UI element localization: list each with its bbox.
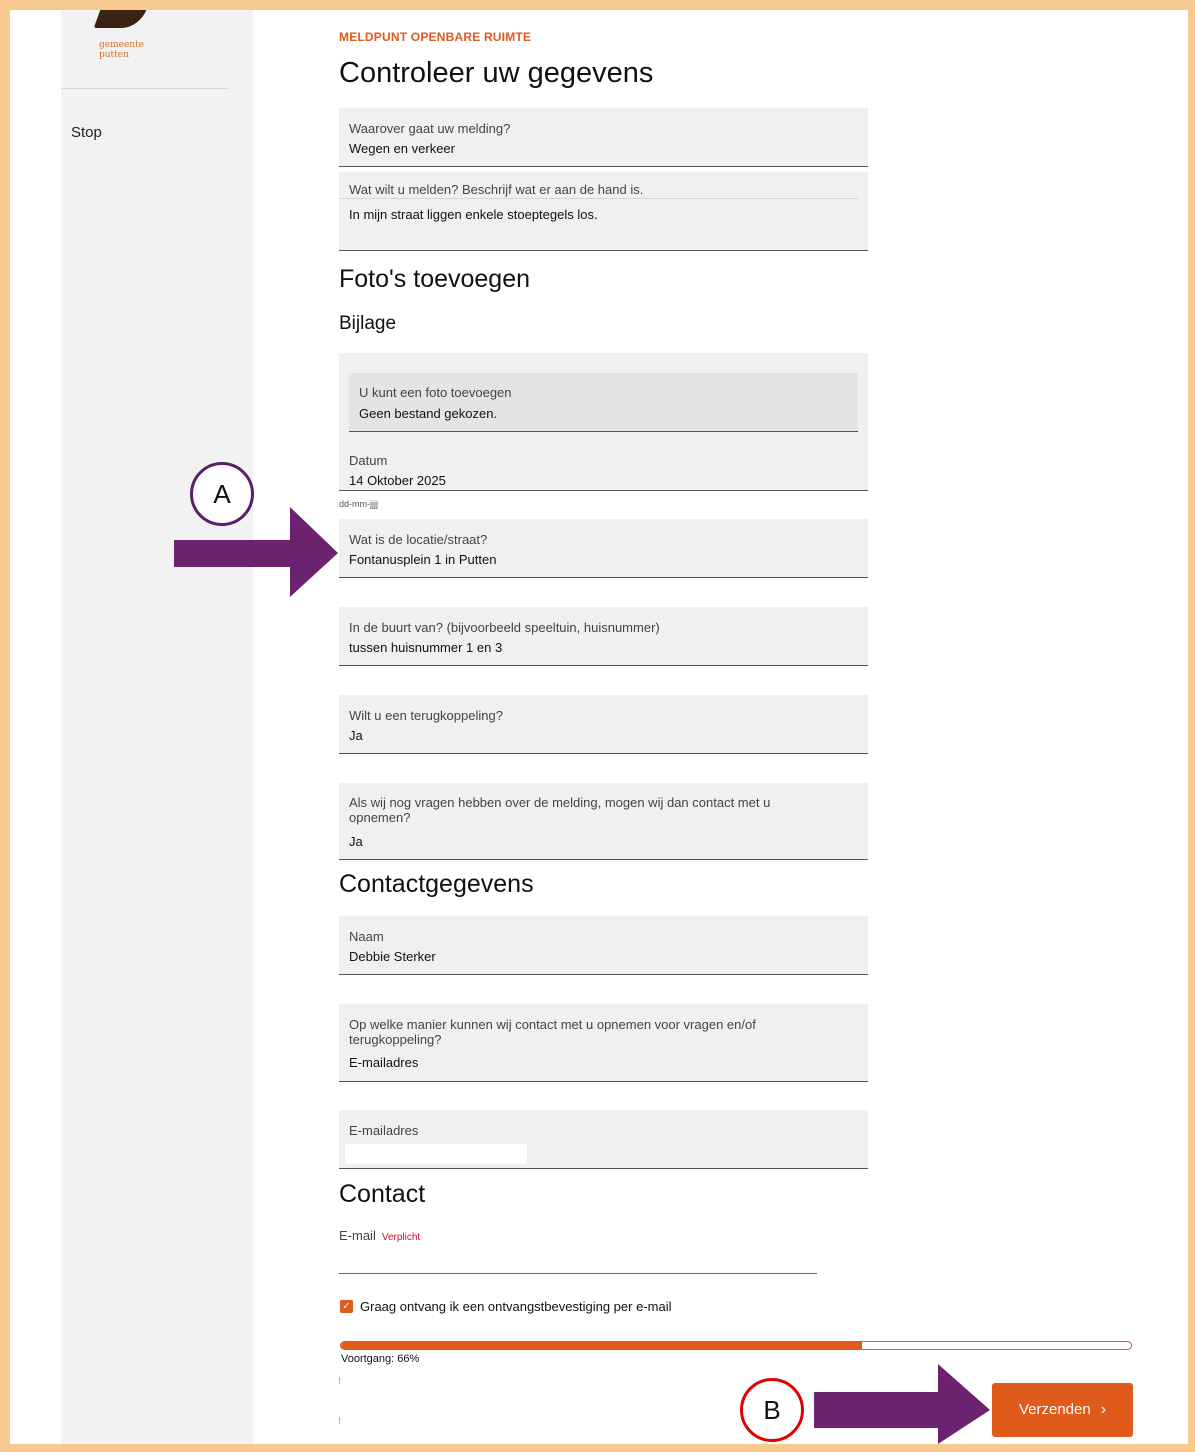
field-label: Naam <box>349 929 384 944</box>
submit-label: Verzenden <box>1018 1401 1091 1418</box>
sidebar: gemeente putten Stop <box>61 10 253 1444</box>
field-value: In mijn straat liggen enkele stoeptegels… <box>349 207 598 222</box>
field-location: Wat is de locatie/straat? Fontanusplein … <box>339 519 868 578</box>
date-label: Datum <box>349 453 388 468</box>
progress-bar-fill <box>341 1342 863 1349</box>
required-marker: Verplicht <box>381 1232 421 1243</box>
field-label: Wat wilt u melden? Beschrijf wat er aan … <box>349 182 644 197</box>
field-label: Wat is de locatie/straat? <box>349 532 488 547</box>
field-value: tussen huisnummer 1 en 3 <box>349 640 503 655</box>
annotation-arrow-a-icon <box>174 507 338 597</box>
field-email-address: E-mailadres <box>339 1110 868 1169</box>
field-value: Fontanusplein 1 in Putten <box>349 552 497 567</box>
section-subheading-attachment: Bijlage <box>339 313 397 334</box>
page-frame: gemeente putten Stop MELDPUNT OPENBARE R… <box>10 10 1188 1444</box>
date-value: 14 Oktober 2025 <box>349 473 446 488</box>
submit-button[interactable]: Verzenden › <box>992 1383 1133 1437</box>
field-contact-permission: Als wij nog vragen hebben over de meldin… <box>339 783 868 860</box>
progress-text: Voortgang: 66% <box>341 1353 420 1365</box>
progress-tick <box>339 1377 340 1384</box>
section-heading-contact: Contact <box>339 1180 426 1208</box>
field-attachment-date: U kunt een foto toevoegen Geen bestand g… <box>339 353 868 491</box>
field-name: Naam Debbie Sterker <box>339 916 868 975</box>
logo-line-gemeente: gemeente <box>99 40 145 50</box>
progress-bar <box>340 1341 1132 1350</box>
field-value: E-mailadres <box>349 1055 419 1070</box>
photo-upload-field[interactable]: U kunt een foto toevoegen Geen bestand g… <box>349 373 858 432</box>
chevron-right-icon: › <box>1100 1401 1107 1418</box>
field-nearby: In de buurt van? (bijvoorbeeld speeltuin… <box>339 607 868 666</box>
email-input[interactable] <box>339 1273 817 1274</box>
field-label: U kunt een foto toevoegen <box>359 385 512 400</box>
field-topic: Waarover gaat uw melding? Wegen en verke… <box>339 108 868 167</box>
logo-text: gemeente putten <box>99 40 144 60</box>
date-format-hint: dd-mm-jjjj <box>339 499 378 509</box>
field-value: Ja <box>349 834 363 849</box>
sidebar-divider <box>61 88 229 89</box>
field-label: Als wij nog vragen hebben over de meldin… <box>349 795 771 825</box>
email-address-value <box>345 1144 527 1164</box>
confirmation-checkbox[interactable]: ✓ <box>340 1300 353 1313</box>
field-label: Waarover gaat uw melding? <box>349 121 511 136</box>
field-label: In de buurt van? (bijvoorbeeld speeltuin… <box>349 620 660 635</box>
field-label: E-mailadres <box>349 1123 419 1138</box>
field-value: Geen bestand gekozen. <box>359 406 498 421</box>
arrow-a-shape <box>174 507 338 597</box>
annotation-callout-a: A <box>190 462 254 526</box>
arrow-b-shape <box>814 1364 990 1444</box>
section-heading-contact-details: Contactgegevens <box>339 870 534 898</box>
field-value: Debbie Sterker <box>349 949 436 964</box>
logo-line-putten: putten <box>99 50 129 60</box>
email-label-text: E-mail <box>339 1228 376 1243</box>
field-contact-method: Op welke manier kunnen wij contact met u… <box>339 1004 868 1082</box>
field-value: Wegen en verkeer <box>349 141 455 156</box>
email-field-label: E-mail Verplicht <box>339 1228 420 1243</box>
progress-tick <box>339 1417 340 1424</box>
section-heading-photos: Foto's toevoegen <box>339 265 531 293</box>
stop-link[interactable]: Stop <box>71 124 102 141</box>
confirmation-checkbox-label[interactable]: Graag ontvang ik een ontvangstbevestigin… <box>360 1299 671 1314</box>
annotation-callout-b: B <box>740 1378 804 1442</box>
annotation-arrow-b-icon <box>814 1364 990 1444</box>
field-value: Ja <box>349 728 363 743</box>
field-divider <box>339 198 858 199</box>
field-feedback: Wilt u een terugkoppeling? Ja <box>339 695 868 754</box>
page-title: Controleer uw gegevens <box>339 57 654 89</box>
field-description: Wat wilt u melden? Beschrijf wat er aan … <box>339 172 868 251</box>
logo-mark-icon <box>93 10 147 28</box>
field-label: Wilt u een terugkoppeling? <box>349 708 503 723</box>
field-label: Op welke manier kunnen wij contact met u… <box>349 1017 756 1047</box>
breadcrumb: MELDPUNT OPENBARE RUIMTE <box>339 30 532 44</box>
